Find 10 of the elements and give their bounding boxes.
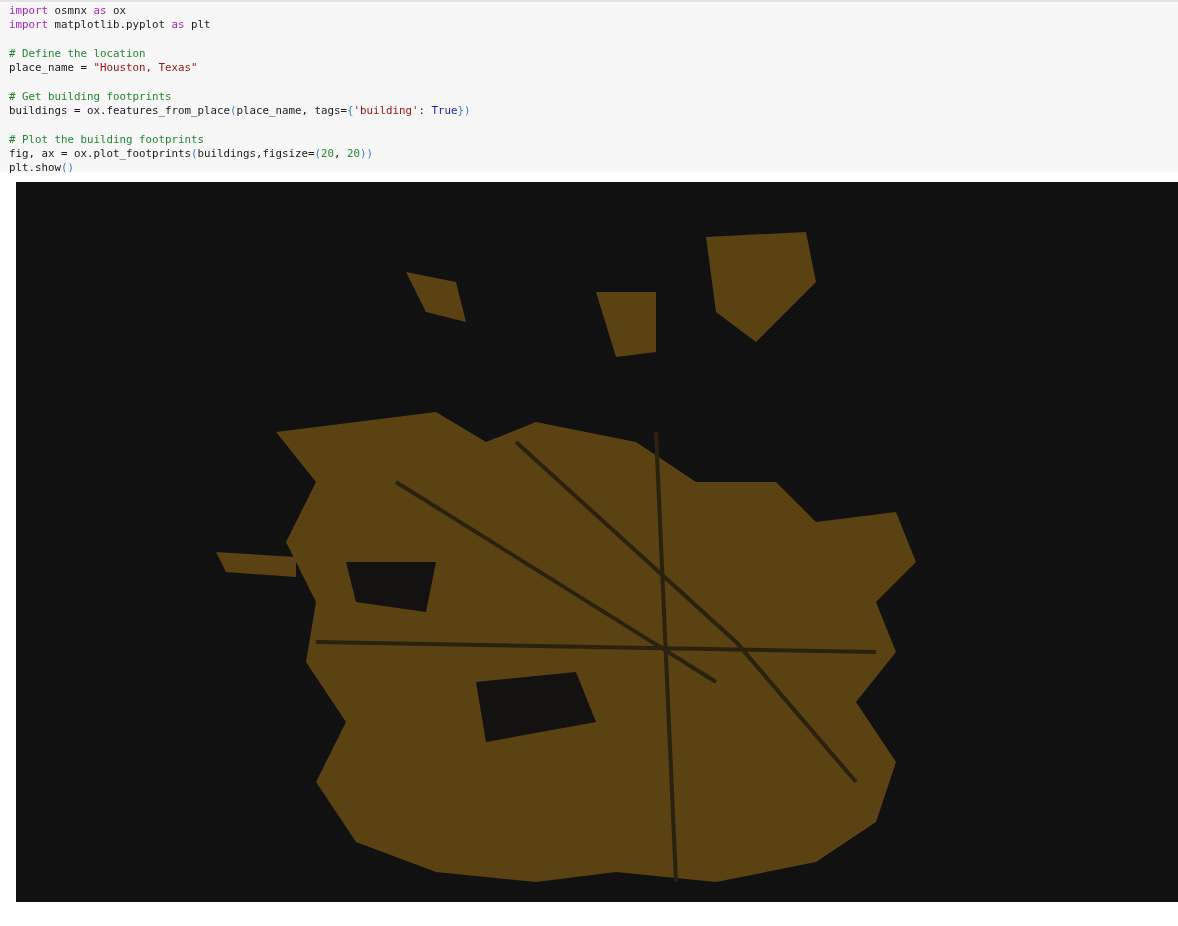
code-line: import matplotlib.pyplot as plt — [9, 18, 211, 33]
code-line: place_name = "Houston, Texas" — [9, 61, 198, 76]
code-cell[interactable] — [0, 0, 1178, 172]
code-line: fig, ax = ox.plot_footprints(buildings,figsize=(20, 20)) — [9, 146, 374, 162]
code-line: import osmnx as ox — [9, 4, 127, 19]
code-line: # Get building footprints — [9, 89, 172, 105]
code-line: # Plot the building footprints — [9, 132, 204, 147]
code-line: plt.show() — [9, 161, 75, 176]
code-line: # Define the location — [9, 46, 146, 62]
code-line: buildings = ox.features_from_place(place_name, tags={'building': True}) — [9, 104, 471, 119]
